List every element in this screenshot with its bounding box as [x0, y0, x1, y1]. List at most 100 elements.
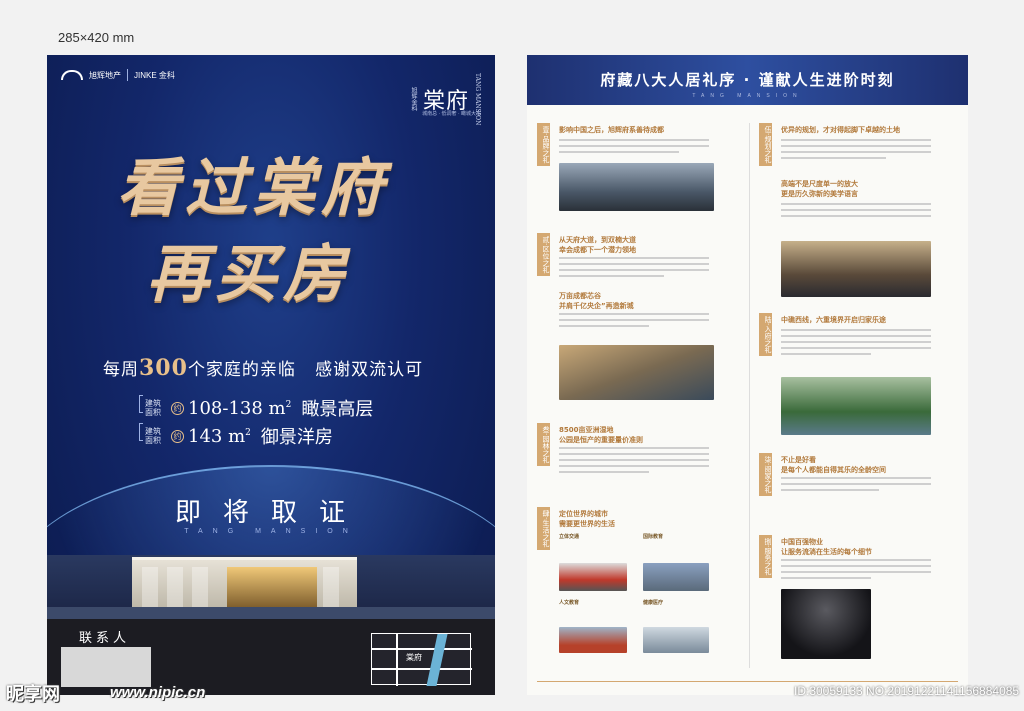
rite-heading: 中礁西线，六重境界开启归家乐途	[781, 316, 886, 324]
rite-tag: 陆·入府之礼	[759, 313, 772, 357]
rite-heading-2: 万亩成都芯谷 并肩千亿央企”再造新城	[559, 292, 634, 310]
area-unit-sup: 2	[245, 427, 251, 438]
rite-photo	[559, 563, 627, 591]
area-label: 建筑面积	[145, 399, 161, 417]
rite-body	[781, 559, 931, 583]
map-label: 棠府	[406, 653, 422, 662]
right-flyer: 府藏八大人居礼序 · 谨献人生进阶时刻 TANG MANSION 壹·品牌之礼 …	[527, 55, 968, 695]
area-row-high-rise: 建筑面积 约 108-138 m2 瞰景高层	[139, 395, 374, 421]
rite-planning: 伍·规划之礼 优异的规划，才对得起脚下卓越的土地 高端不是尺度单一的放大 更是历…	[759, 123, 959, 297]
watermark-id: ID:30059133 NO:20191221141156884085	[794, 684, 1020, 698]
watermark-url: www.nipic.cn	[110, 684, 206, 701]
bracket-deco	[139, 395, 143, 413]
project-sub: 旭辉金科	[409, 87, 416, 112]
rite-heading: 从天府大道，到双楠大道 幸会成都下一个潜力领地	[559, 236, 636, 254]
map-road	[372, 668, 472, 670]
mini-caption: 健康医疗	[643, 600, 664, 606]
area-row-villa: 建筑面积 约 143 m2 御景洋房	[139, 423, 333, 449]
project-logo: 旭辉金科 棠府 TANG MANSION	[409, 73, 481, 125]
headline-line-2: 再买房	[147, 237, 352, 310]
project-tagline: 城南总 · 低调奢 · 瞰城大宅	[422, 111, 481, 117]
brand-divider	[127, 69, 128, 81]
approx-badge: 约	[171, 401, 184, 415]
right-title: 府藏八大人居礼序 · 谨献人生进阶时刻	[600, 71, 895, 89]
rite-location: 贰·区位之礼 从天府大道，到双楠大道 幸会成都下一个潜力领地 万亩成都芯谷 并肩…	[537, 233, 737, 400]
rite-body	[781, 203, 931, 221]
rite-entry: 陆·入府之礼 中礁西线，六重境界开启归家乐途	[759, 313, 959, 435]
area-value: 143 m2	[188, 426, 251, 447]
rite-heading-2: 高端不是尺度单一的放大 更是历久弥新的美学语言	[781, 180, 858, 198]
rite-tag: 捌·服务之礼	[759, 535, 772, 579]
rite-tag: 肆·生活之礼	[537, 507, 550, 551]
area-desc: 瞰景高层	[301, 399, 374, 420]
rite-heading: 不止是好看 是每个人都能自得其乐的全龄空间	[781, 456, 886, 474]
map-road	[396, 634, 398, 686]
size-note: 285×420 mm	[58, 30, 135, 45]
rite-tag: 柒·阅家之礼	[759, 453, 772, 497]
rite-photo	[781, 377, 931, 435]
contact-placeholder	[61, 647, 151, 687]
developer-logo-icon	[61, 70, 83, 80]
rite-body	[559, 139, 709, 157]
rite-heading: 优异的规划，才对得起脚下卓越的土地	[781, 126, 900, 134]
brand-bar: 旭辉地产 JINKE 金科	[61, 69, 175, 81]
rite-heading: 8500亩亚洲湿地 公园是恒产的重要量价准则	[559, 426, 643, 444]
rite-body	[559, 313, 709, 331]
area-label: 建筑面积	[145, 427, 161, 445]
rite-body	[781, 329, 931, 359]
area-value-text: 108-138 m	[188, 397, 286, 419]
area-desc: 御景洋房	[260, 427, 333, 448]
rite-tag: 伍·规划之礼	[759, 123, 772, 167]
rite-photo	[643, 563, 709, 591]
rite-body	[559, 257, 709, 281]
rite-heading: 定位世界的城市 需要更世界的生活	[559, 510, 615, 528]
area-value-text: 143 m	[188, 425, 246, 447]
area-value: 108-138 m2	[188, 398, 291, 419]
headline-calligraphy: 看过棠府 再买房	[117, 145, 437, 317]
rite-home: 柒·阅家之礼 不止是好看 是每个人都能自得其乐的全龄空间	[759, 453, 959, 523]
facade-panel	[167, 567, 183, 607]
facade-panel	[142, 567, 158, 607]
rite-heading: 中国百强物业 让服务流淌在生活的每个细节	[781, 538, 872, 556]
bracket-deco	[139, 423, 143, 441]
map-road	[372, 648, 472, 650]
left-flyer: 旭辉地产 JINKE 金科 旭辉金科 棠府 TANG MANSION 城南总 ·…	[47, 55, 495, 695]
location-map: 棠府	[371, 633, 472, 686]
mini-caption: 人文教育	[559, 600, 580, 606]
coming-soon-text: 即将取证	[174, 498, 367, 528]
rite-heading: 影响中国之后，旭辉府系善待成都	[559, 126, 664, 134]
mini-caption: 国际教育	[643, 534, 664, 540]
area-unit-sup: 2	[285, 399, 292, 410]
rite-photo	[559, 345, 714, 400]
rite-body	[781, 477, 931, 495]
rite-garden: 叁·园林之礼 8500亩亚洲湿地 公园是恒产的重要量价准则	[537, 423, 737, 503]
ground-strip	[47, 607, 495, 619]
rite-tag: 叁·园林之礼	[537, 423, 550, 467]
rite-photo	[559, 627, 627, 653]
rite-body	[781, 139, 931, 163]
english-name: TANG MANSION	[184, 528, 358, 535]
rite-photo	[643, 627, 709, 653]
weekly-suffix: 个家庭的亲临 感谢双流认可	[187, 360, 424, 380]
headline-line-1: 看过棠府	[117, 151, 390, 224]
column-divider	[749, 123, 750, 668]
weekly-visits: 每周300个家庭的亲临 感谢双流认可	[103, 355, 423, 381]
rite-body	[559, 447, 709, 477]
weekly-prefix: 每周	[103, 360, 139, 380]
building-entrance	[227, 567, 317, 609]
rite-photo	[781, 241, 931, 297]
weekly-number: 300	[139, 355, 188, 381]
facade-panel	[323, 567, 339, 607]
rite-tag: 贰·区位之礼	[537, 233, 550, 277]
project-vert: TANG MANSION	[474, 73, 481, 126]
partner-name: JINKE 金科	[134, 70, 175, 80]
mini-caption: 立体交通	[559, 534, 580, 540]
rite-life: 肆·生活之礼 定位世界的城市 需要更世界的生活 立体交通 国际教育 人文教育 健…	[537, 507, 737, 667]
watermark-logo: 昵享网	[6, 684, 60, 705]
rite-photo-butler	[781, 589, 871, 659]
right-subtitle-en: TANG MANSION	[692, 93, 803, 99]
rite-tag: 壹·品牌之礼	[537, 123, 550, 167]
map-river	[426, 634, 448, 686]
developer-name: 旭辉地产	[89, 70, 121, 80]
footer-line	[537, 681, 958, 682]
